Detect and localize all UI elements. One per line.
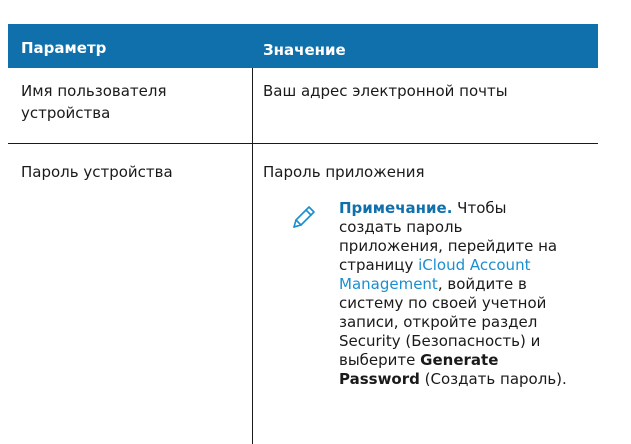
row-value: Ваш адрес электронной почты — [263, 82, 508, 100]
pencil-icon — [293, 206, 315, 228]
note-block: Примечание. Чтобы создать пароль приложе… — [263, 199, 598, 389]
note-label: Примечание. — [339, 199, 453, 217]
note-part3: (Создать пароль). — [419, 370, 567, 388]
row-param: Пароль устройства — [8, 144, 253, 444]
row-value-cell: Пароль приложения Примечание. Чтобы созд… — [253, 144, 598, 444]
row-param: Имя пользователя устройства — [8, 68, 253, 143]
header-param: Параметр — [21, 39, 107, 57]
table-row: Пароль устройства Пароль приложения Прим… — [8, 144, 598, 444]
note-text: Примечание. Чтобы создать пароль приложе… — [339, 199, 569, 389]
header-value: Значение — [263, 41, 346, 59]
table-header: Параметр Значение — [8, 24, 598, 68]
settings-table: Параметр Значение Имя пользователя устро… — [8, 24, 598, 444]
table-row: Имя пользователя устройства Ваш адрес эл… — [8, 68, 598, 144]
row-value: Пароль приложения — [263, 163, 425, 181]
